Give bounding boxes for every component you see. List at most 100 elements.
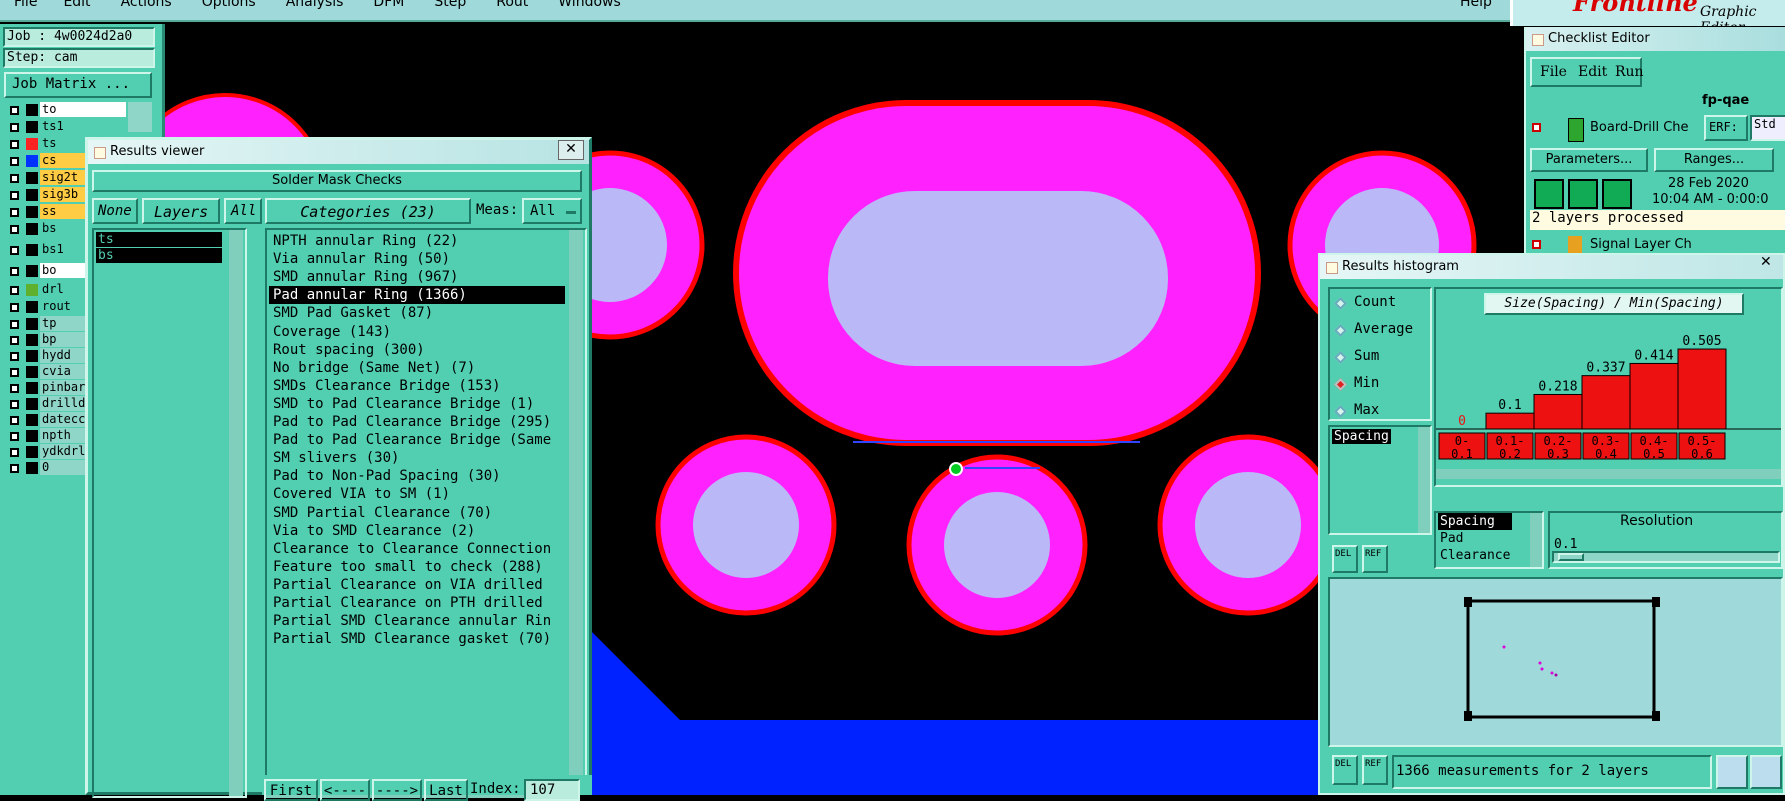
- histogram-bar[interactable]: [1629, 362, 1679, 430]
- erf-value[interactable]: Std: [1750, 115, 1785, 141]
- prev-button[interactable]: <----: [320, 779, 370, 801]
- result-layer-item[interactable]: ts: [96, 232, 222, 247]
- layer-checkbox[interactable]: [10, 320, 19, 329]
- category-item[interactable]: Partial SMD Clearance gasket (70): [269, 630, 551, 648]
- measure-list-scrollbar[interactable]: [1418, 427, 1430, 533]
- next-button[interactable]: ---->: [372, 779, 422, 801]
- mode-radio-max[interactable]: Max: [1330, 401, 1430, 423]
- checklist-item-board-drill[interactable]: Board-Drill Che ERF: Std: [1530, 115, 1785, 143]
- category-item[interactable]: Clearance to Clearance Connection: [269, 540, 551, 558]
- layer-checkbox[interactable]: [10, 464, 19, 473]
- category-item[interactable]: Feature too small to check (288): [269, 558, 543, 576]
- parameters-button[interactable]: Parameters...: [1530, 148, 1648, 172]
- attribute-list[interactable]: Spacing Pad Clearance: [1434, 511, 1544, 569]
- menu-item[interactable]: Actions: [121, 0, 172, 10]
- layer-checkbox[interactable]: [10, 191, 19, 200]
- layer-checkbox[interactable]: [10, 400, 19, 409]
- del-button-bottom[interactable]: DEL: [1332, 755, 1358, 785]
- menu-item[interactable]: Step: [434, 0, 466, 10]
- layer-checkbox[interactable]: [10, 303, 19, 312]
- layer-checkbox[interactable]: [10, 352, 19, 361]
- item-checkbox[interactable]: [1532, 123, 1541, 132]
- layer-checkbox[interactable]: [10, 448, 19, 457]
- category-item[interactable]: SM slivers (30): [269, 449, 399, 467]
- menu-item[interactable]: Analysis: [286, 0, 344, 10]
- layer-checkbox[interactable]: [10, 384, 19, 393]
- menu-item[interactable]: DFM: [373, 0, 404, 10]
- attribute-item[interactable]: Spacing: [1438, 513, 1513, 530]
- category-item[interactable]: Coverage (143): [269, 323, 391, 341]
- category-item[interactable]: Pad annular Ring (1366): [269, 286, 565, 305]
- category-item[interactable]: SMDs Clearance Bridge (153): [269, 377, 501, 395]
- first-button[interactable]: First: [264, 779, 318, 801]
- layers-none-button[interactable]: None: [92, 198, 138, 224]
- layer-checkbox[interactable]: [10, 106, 19, 115]
- layer-checkbox[interactable]: [10, 416, 19, 425]
- attribute-item[interactable]: Clearance: [1438, 547, 1512, 564]
- categories-list[interactable]: NPTH annular Ring (22) Via annular Ring (…: [265, 228, 587, 788]
- chart-hscroll[interactable]: [1436, 469, 1781, 479]
- resolution-slider[interactable]: [1552, 551, 1780, 563]
- menu-item[interactable]: Edit: [63, 0, 90, 10]
- category-item[interactable]: No bridge (Same Net) (7): [269, 359, 475, 377]
- layer-checkbox[interactable]: [10, 208, 19, 217]
- ranges-button[interactable]: Ranges...: [1654, 148, 1774, 172]
- layer-list-scrollbar[interactable]: [229, 230, 243, 796]
- category-item[interactable]: NPTH annular Ring (22): [269, 232, 458, 250]
- job-matrix-button[interactable]: Job Matrix ...: [4, 72, 152, 98]
- close-icon[interactable]: ✕: [558, 140, 584, 160]
- meas-dropdown[interactable]: All: [522, 198, 582, 224]
- ref-button-top[interactable]: REF: [1362, 545, 1388, 573]
- mode-radio-min[interactable]: Min: [1330, 374, 1430, 396]
- category-item[interactable]: Covered VIA to SM (1): [269, 485, 450, 503]
- layer-checkbox[interactable]: [10, 246, 19, 255]
- run-icon-3[interactable]: [1602, 179, 1632, 209]
- run-icon-1[interactable]: [1534, 179, 1564, 209]
- close-icon[interactable]: ✕: [1760, 250, 1772, 274]
- layer-checkbox[interactable]: [10, 368, 19, 377]
- preview-panel[interactable]: [1328, 577, 1783, 747]
- menu-edit[interactable]: Edit: [1578, 64, 1607, 80]
- ref-button-bottom[interactable]: REF: [1362, 755, 1388, 785]
- last-button[interactable]: Last: [424, 779, 468, 801]
- menu-item[interactable]: Rout: [496, 0, 528, 10]
- menu-item[interactable]: File: [14, 0, 37, 10]
- checklist-titlebar[interactable]: Checklist Editor: [1526, 27, 1785, 51]
- histogram-bar[interactable]: [1581, 375, 1631, 430]
- category-item[interactable]: SMD Pad Gasket (87): [269, 304, 433, 322]
- layers-all-button[interactable]: All: [224, 198, 262, 224]
- category-item[interactable]: Partial SMD Clearance annular Rin: [269, 612, 551, 630]
- histogram-bar[interactable]: [1485, 412, 1535, 430]
- layer-checkbox[interactable]: [10, 432, 19, 441]
- result-layer-item[interactable]: bs: [96, 248, 222, 263]
- mode-radio-average[interactable]: Average: [1330, 320, 1430, 342]
- index-field[interactable]: 107: [524, 779, 580, 801]
- zoom-area-icon[interactable]: [1750, 755, 1782, 789]
- mode-radio-count[interactable]: Count: [1330, 293, 1430, 315]
- histogram-titlebar[interactable]: Results histogram ✕: [1320, 254, 1783, 279]
- menu-file[interactable]: File: [1540, 64, 1567, 80]
- attribute-scrollbar[interactable]: [1530, 513, 1542, 567]
- layer-checkbox[interactable]: [10, 267, 19, 276]
- category-item[interactable]: Partial Clearance on VIA drilled: [269, 576, 543, 594]
- layer-checkbox[interactable]: [10, 174, 19, 183]
- categories-scrollbar[interactable]: [569, 230, 583, 786]
- attribute-item[interactable]: Pad: [1438, 530, 1512, 547]
- menu-run[interactable]: Run: [1615, 64, 1644, 80]
- layer-checkbox[interactable]: [10, 157, 19, 166]
- category-item[interactable]: Pad to Pad Clearance Bridge (Same: [269, 431, 551, 449]
- run-icon-2[interactable]: [1568, 179, 1598, 209]
- del-button-top[interactable]: DEL: [1332, 545, 1358, 573]
- menu-item[interactable]: Windows: [558, 0, 621, 10]
- layer-checkbox[interactable]: [10, 286, 19, 295]
- measure-list[interactable]: Spacing: [1328, 425, 1432, 535]
- layer-results-list[interactable]: ts bs: [92, 228, 247, 798]
- category-item[interactable]: Pad to Pad Clearance Bridge (295): [269, 413, 551, 431]
- category-item[interactable]: Partial Clearance on PTH drilled: [269, 594, 543, 612]
- layer-checkbox[interactable]: [10, 123, 19, 132]
- category-item[interactable]: SMD to Pad Clearance Bridge (1): [269, 395, 534, 413]
- menu-item[interactable]: Options: [202, 0, 256, 10]
- layer-list-scroll[interactable]: [128, 102, 152, 132]
- mode-radio-sum[interactable]: Sum: [1330, 347, 1430, 369]
- zoom-fit-icon[interactable]: [1716, 755, 1748, 789]
